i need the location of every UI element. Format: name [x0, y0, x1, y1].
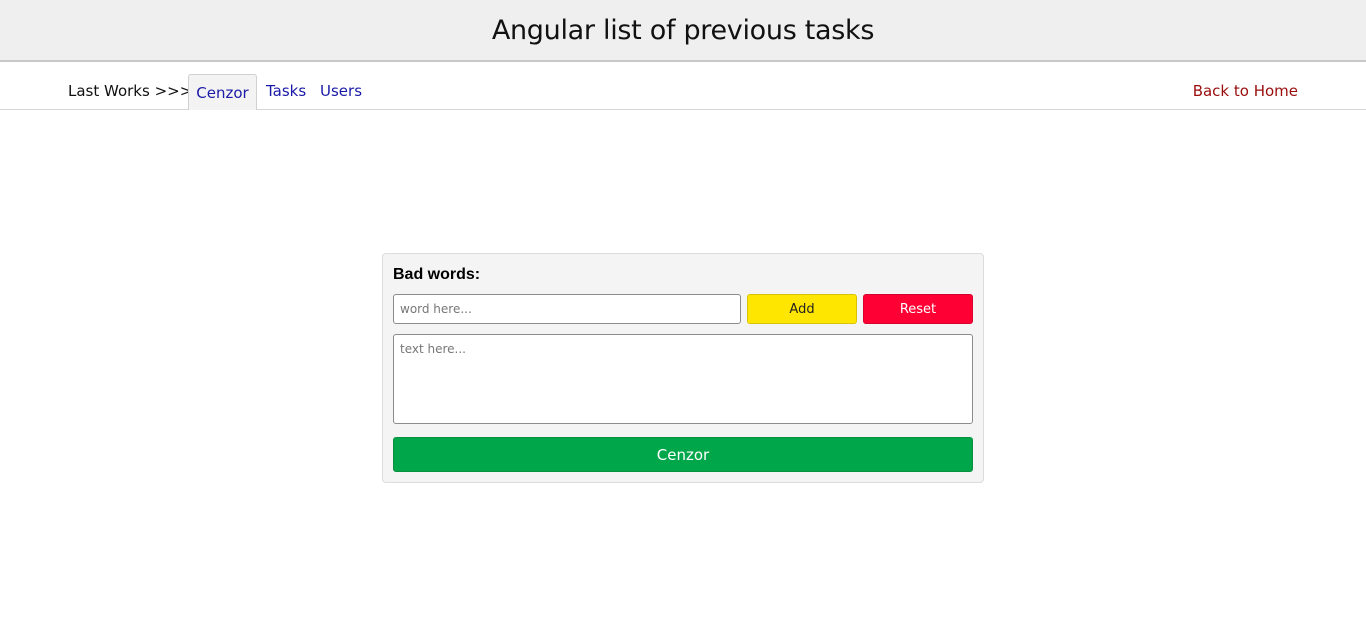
add-button[interactable]: Add — [747, 294, 857, 324]
nav-bar: Last Works >>> Cenzor Tasks Users Back t… — [0, 62, 1366, 110]
back-to-home-link[interactable]: Back to Home — [1193, 82, 1298, 100]
tab-users[interactable]: Users — [320, 82, 362, 100]
tab-tasks[interactable]: Tasks — [266, 82, 306, 100]
page-title: Angular list of previous tasks — [491, 14, 875, 46]
tab-cenzor[interactable]: Cenzor — [188, 74, 257, 110]
bad-words-label: Bad words: — [393, 266, 481, 283]
page-header: Angular list of previous tasks — [0, 0, 1366, 62]
cenzor-panel: Bad words: Add Reset Cenzor — [382, 253, 984, 483]
cenzor-button[interactable]: Cenzor — [393, 437, 973, 472]
text-area[interactable] — [393, 334, 973, 424]
word-input[interactable] — [393, 294, 741, 324]
reset-button[interactable]: Reset — [863, 294, 973, 324]
nav-prefix: Last Works >>> — [68, 82, 193, 100]
